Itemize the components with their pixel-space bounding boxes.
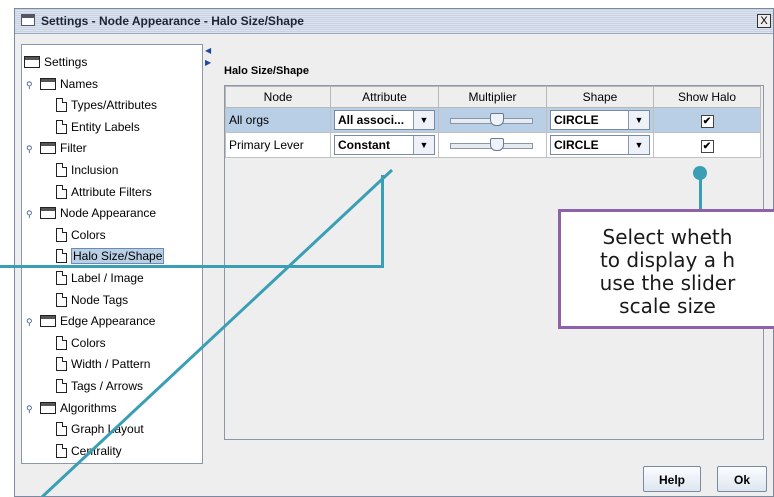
callout-stem (699, 178, 702, 212)
callout-dot (693, 166, 707, 180)
callout-box: Select wheth to display a h use the slid… (558, 209, 774, 329)
